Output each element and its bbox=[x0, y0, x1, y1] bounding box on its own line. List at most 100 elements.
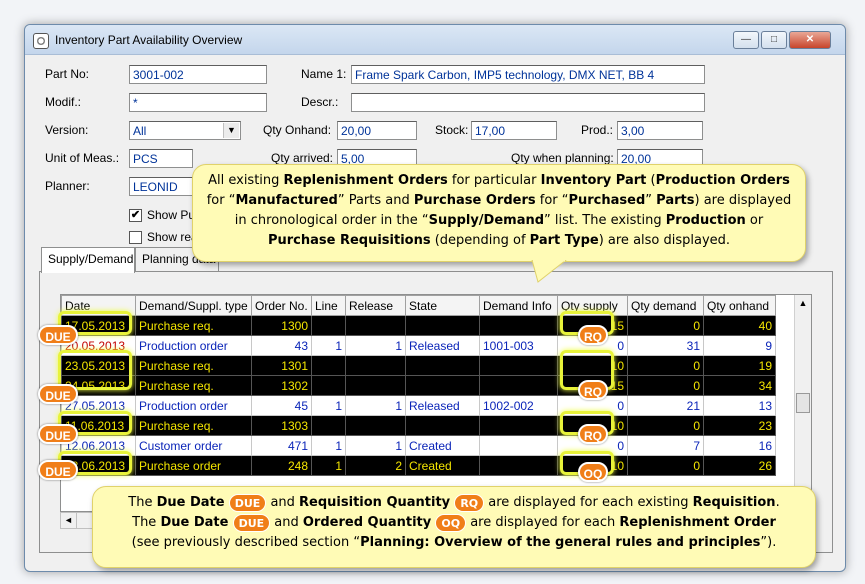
cell-state bbox=[405, 415, 480, 436]
rq-badge-1: RQ bbox=[578, 325, 608, 345]
close-button[interactable]: ✕ bbox=[789, 31, 831, 49]
name1-label: Name 1: bbox=[301, 67, 347, 81]
modif-field[interactable]: * bbox=[129, 93, 267, 112]
minimize-button[interactable]: — bbox=[733, 31, 759, 49]
cell-line bbox=[311, 375, 346, 396]
rq-badge-3: RQ bbox=[578, 424, 608, 444]
cell-demand: 0 bbox=[627, 415, 704, 436]
cell-state bbox=[405, 375, 480, 396]
qty-planning-label: Qty when planning: bbox=[511, 151, 614, 165]
column-header[interactable]: Demand Info bbox=[479, 295, 558, 316]
cell-info bbox=[479, 375, 558, 396]
cell-line: 1 bbox=[311, 335, 346, 356]
table-row[interactable]: 12.06.2013 Customer order 471 1 1 Created 0 7 16 bbox=[61, 435, 776, 456]
callout-top: All existing Replenishment Orders for pa… bbox=[192, 164, 806, 262]
cell-info: 1001-003 bbox=[479, 335, 558, 356]
column-header[interactable]: State bbox=[405, 295, 480, 316]
cell-release: 2 bbox=[345, 455, 406, 476]
cell-release: 1 bbox=[345, 335, 406, 356]
name1-field[interactable]: Frame Spark Carbon, IMP5 technology, DMX… bbox=[351, 65, 705, 84]
cell-onhand: 16 bbox=[703, 435, 776, 456]
cell-type: Production order bbox=[135, 335, 252, 356]
scroll-left-icon[interactable]: ◄ bbox=[61, 513, 77, 528]
cell-demand: 21 bbox=[627, 395, 704, 416]
maximize-button[interactable]: □ bbox=[761, 31, 787, 49]
table-row[interactable]: 18.06.2013 Purchase order 248 1 2 Created 10 0 2… bbox=[61, 455, 776, 476]
cell-state: Created bbox=[405, 455, 480, 476]
cell-order: 471 bbox=[251, 435, 312, 456]
show-re-checkbox[interactable] bbox=[129, 231, 142, 244]
cell-onhand: 19 bbox=[703, 355, 776, 376]
cell-type: Purchase req. bbox=[135, 415, 252, 436]
planner-label: Planner: bbox=[45, 179, 90, 193]
descr-label: Descr.: bbox=[301, 95, 339, 109]
planner-field[interactable]: LEONID bbox=[129, 177, 193, 196]
scroll-thumb[interactable] bbox=[796, 393, 810, 413]
cell-release: 1 bbox=[345, 435, 406, 456]
cell-type: Purchase order bbox=[135, 455, 252, 476]
part-no-field[interactable]: 3001-002 bbox=[129, 65, 267, 84]
oq-inline-badge: OQ bbox=[435, 513, 467, 532]
table-row[interactable]: 11.06.2013 Purchase req. 1303 10 0 23 bbox=[61, 415, 776, 436]
cell-order: 43 bbox=[251, 335, 312, 356]
table-row[interactable]: 23.05.2013 Purchase req. 1301 10 0 19 bbox=[61, 355, 776, 376]
vertical-scrollbar[interactable]: ▲ bbox=[794, 295, 811, 511]
column-header[interactable]: Release bbox=[345, 295, 406, 316]
supply-demand-table: Date Demand/Suppl. type Order No. Line Relea… bbox=[61, 295, 776, 476]
part-no-label: Part No: bbox=[45, 67, 90, 81]
qty-onhand-field[interactable]: 20,00 bbox=[337, 121, 417, 140]
tab-supply-demand[interactable]: Supply/Demand bbox=[41, 247, 135, 273]
cell-demand: 7 bbox=[627, 435, 704, 456]
cell-order: 1302 bbox=[251, 375, 312, 396]
prod-field[interactable]: 3,00 bbox=[617, 121, 703, 140]
cell-type: Purchase req. bbox=[135, 355, 252, 376]
unit-field[interactable]: PCS bbox=[129, 149, 193, 168]
cell-line: 1 bbox=[311, 435, 346, 456]
callout-bottom: The Due Date DUE and Requisition Quantit… bbox=[92, 486, 816, 568]
column-header[interactable]: Qty demand bbox=[627, 295, 704, 316]
qty-onhand-label: Qty Onhand: bbox=[263, 123, 332, 137]
table-row[interactable]: 27.05.2013 Production order 45 1 1 Released 10… bbox=[61, 395, 776, 416]
stock-field[interactable]: 17,00 bbox=[471, 121, 557, 140]
column-header[interactable]: Demand/Suppl. type bbox=[135, 295, 252, 316]
table-row[interactable]: 24.05.2013 Purchase req. 1302 15 0 34 bbox=[61, 375, 776, 396]
show-pu-checkbox[interactable]: ✔ bbox=[129, 209, 142, 222]
cell-type: Customer order bbox=[135, 435, 252, 456]
cell-order: 1301 bbox=[251, 355, 312, 376]
due-badge-4: DUE bbox=[38, 460, 78, 480]
due-inline-badge-1: DUE bbox=[228, 493, 267, 512]
unit-label: Unit of Meas.: bbox=[45, 151, 120, 165]
version-combo[interactable]: All ▼ bbox=[129, 121, 241, 140]
cell-release bbox=[345, 315, 406, 336]
descr-field[interactable] bbox=[351, 93, 705, 112]
callout-bottom-line-3: (see previously described section “Plann… bbox=[131, 535, 777, 550]
supply-demand-grid: Date Demand/Suppl. type Order No. Line Relea… bbox=[60, 294, 812, 512]
table-row[interactable]: 17.05.2013 Purchase req. 1300 15 0 40 bbox=[61, 315, 776, 336]
cell-release: 1 bbox=[345, 395, 406, 416]
show-pu-label: Show Pu bbox=[147, 208, 196, 222]
modif-label: Modif.: bbox=[45, 95, 82, 109]
callout-bottom-line-1: The Due Date DUE and Requisition Quantit… bbox=[128, 493, 780, 512]
app-icon bbox=[33, 33, 49, 49]
cell-onhand: 23 bbox=[703, 415, 776, 436]
due-badge-3: DUE bbox=[38, 424, 78, 444]
cell-state: Released bbox=[405, 335, 480, 356]
table-row[interactable]: 20.05.2013 Production order 43 1 1 Released 10… bbox=[61, 335, 776, 356]
cell-demand: 0 bbox=[627, 375, 704, 396]
cell-order: 45 bbox=[251, 395, 312, 416]
cell-order: 1303 bbox=[251, 415, 312, 436]
cell-line: 1 bbox=[311, 455, 346, 476]
cell-order: 248 bbox=[251, 455, 312, 476]
column-header[interactable]: Line bbox=[311, 295, 346, 316]
cell-line bbox=[311, 415, 346, 436]
chevron-down-icon[interactable]: ▼ bbox=[223, 123, 239, 138]
cell-line: 1 bbox=[311, 395, 346, 416]
column-header[interactable]: Order No. bbox=[251, 295, 312, 316]
cell-line bbox=[311, 315, 346, 336]
column-header[interactable]: Qty onhand bbox=[703, 295, 776, 316]
rq-inline-badge: RQ bbox=[454, 493, 485, 512]
scroll-up-icon[interactable]: ▲ bbox=[795, 295, 811, 312]
cell-onhand: 40 bbox=[703, 315, 776, 336]
prod-label: Prod.: bbox=[581, 123, 614, 137]
cell-info bbox=[479, 435, 558, 456]
